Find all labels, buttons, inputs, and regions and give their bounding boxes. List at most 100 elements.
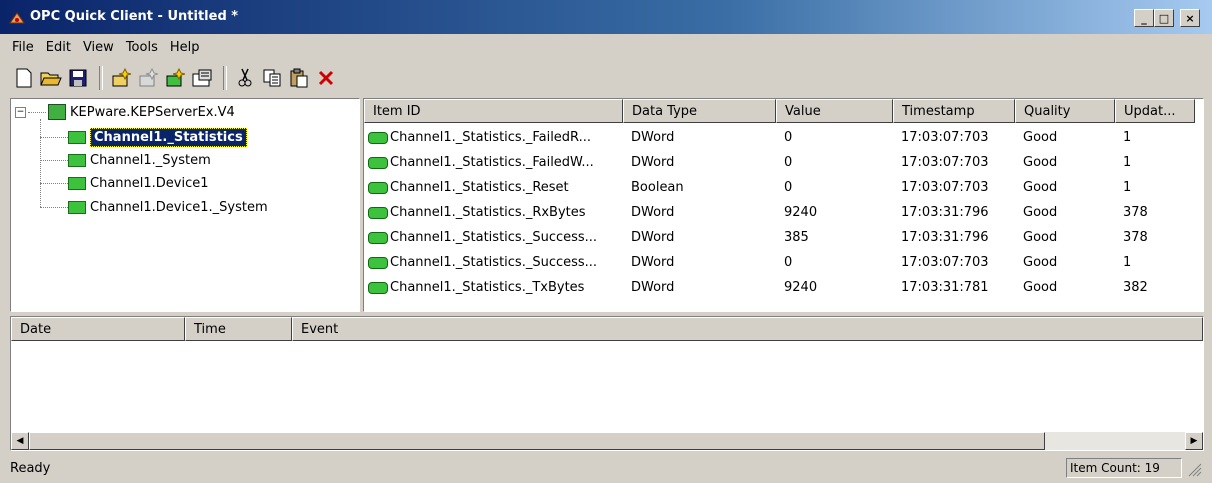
open-folder-icon[interactable] [39,66,63,90]
paste-icon[interactable] [287,66,311,90]
new-item-icon[interactable] [163,66,187,90]
close-button[interactable]: × [1180,9,1200,27]
cell-text: 17:03:07:703 [901,255,989,270]
toolbar-separator [223,66,227,90]
cell-text: 17:03:07:703 [901,180,989,195]
table-cell: 1 [1123,150,1195,175]
toolbar-separator [99,66,103,90]
table-row[interactable]: Channel1._Statistics._Success... [368,250,619,275]
item-list[interactable]: Item ID Data Type Value Timestamp Qualit… [363,98,1204,312]
cell-text: Channel1._Statistics._Reset [390,180,569,195]
maximize-icon: □ [1158,11,1170,25]
cell-text: 1 [1123,180,1132,195]
table-cell: DWord [631,225,776,250]
properties-icon[interactable] [190,66,214,90]
cell-text: 378 [1123,205,1148,220]
menu-view[interactable]: View [77,40,120,55]
copy-icon[interactable] [260,66,284,90]
cell-text: Good [1023,180,1058,195]
cell-text: 17:03:31:781 [901,280,989,295]
cell-text: Channel1._Statistics._Success... [390,230,598,245]
save-icon[interactable] [66,66,90,90]
tree-item-device1[interactable]: Channel1.Device1 [40,172,209,194]
new-file-icon[interactable] [12,66,36,90]
cell-text: Channel1._Statistics._RxBytes [390,205,586,220]
table-cell: Good [1023,200,1115,225]
cell-text: Good [1023,280,1058,295]
scroll-right-button[interactable]: ▶ [1185,432,1203,450]
tag-icon [368,256,388,269]
cut-icon[interactable] [233,66,257,90]
cell-text: 1 [1123,255,1132,270]
minimize-button[interactable]: _ [1134,9,1154,27]
delete-icon[interactable] [314,66,338,90]
table-cell: 0 [784,150,893,175]
table-row[interactable]: Channel1._Statistics._Success... [368,225,619,250]
table-cell: Boolean [631,175,776,200]
scroll-thumb[interactable] [29,432,1045,450]
new-server-icon[interactable] [109,66,133,90]
column-header-time[interactable]: Time [185,317,292,341]
tree-item-system[interactable]: Channel1._System [40,149,211,171]
column-header-timestamp[interactable]: Timestamp [893,99,1015,123]
table-cell: DWord [631,200,776,225]
tag-icon [368,206,388,219]
table-row[interactable]: Channel1._Statistics._FailedW... [368,150,619,175]
new-group-icon[interactable] [136,66,160,90]
cell-text: 9240 [784,205,818,220]
resize-grip-icon[interactable] [1188,463,1202,477]
collapse-icon[interactable]: − [15,106,26,118]
server-tree[interactable]: − KEPware.KEPServerEx.V4 Channel1._Stati… [10,98,360,312]
column-header-value[interactable]: Value [776,99,893,123]
table-cell: 378 [1123,225,1195,250]
cell-text: 385 [784,230,809,245]
table-cell: 1 [1123,175,1195,200]
column-header-quality[interactable]: Quality [1015,99,1115,123]
column-header-date[interactable]: Date [11,317,185,341]
cell-text: Channel1._Statistics._Success... [390,255,598,270]
cell-text: DWord [631,280,675,295]
table-cell: 1 [1123,250,1195,275]
tree-root-label: KEPware.KEPServerEx.V4 [70,104,235,120]
table-cell: 17:03:07:703 [901,250,1015,275]
table-cell: 17:03:31:796 [901,225,1015,250]
cell-text: 378 [1123,230,1148,245]
tree-item-label: Channel1._System [90,152,211,168]
cell-text: 1 [1123,155,1132,170]
horizontal-scrollbar[interactable]: ◀ ▶ [11,432,1203,450]
cell-text: Good [1023,255,1058,270]
tag-icon [368,281,388,294]
tree-item-label: Channel1.Device1._System [90,199,268,215]
tree-item-statistics[interactable]: Channel1._Statistics [40,126,247,148]
menu-file[interactable]: File [6,40,40,55]
column-header-item-id[interactable]: Item ID [364,99,623,123]
column-header-event[interactable]: Event [292,317,1203,341]
table-row[interactable]: Channel1._Statistics._TxBytes [368,275,619,300]
maximize-button[interactable]: □ [1154,9,1174,27]
menu-tools[interactable]: Tools [120,40,164,55]
table-row[interactable]: Channel1._Statistics._Reset [368,175,619,200]
status-text: Ready [10,461,51,476]
scroll-left-button[interactable]: ◀ [11,432,29,450]
tree-item-device1-system[interactable]: Channel1.Device1._System [40,196,268,218]
table-cell: 0 [784,125,893,150]
cell-text: 17:03:07:703 [901,130,989,145]
event-log[interactable]: Date Time Event ◀ ▶ [10,316,1204,451]
table-cell: 17:03:07:703 [901,125,1015,150]
tree-root[interactable]: − KEPware.KEPServerEx.V4 [15,101,235,123]
table-cell: 17:03:07:703 [901,150,1015,175]
table-cell: Good [1023,250,1115,275]
table-cell: 9240 [784,200,893,225]
status-bar: Ready Item Count: 19 [0,455,1212,483]
column-header-data-type[interactable]: Data Type [623,99,776,123]
table-row[interactable]: Channel1._Statistics._FailedR... [368,125,619,150]
column-header-update[interactable]: Updat... [1115,99,1195,123]
menu-help[interactable]: Help [164,40,206,55]
tree-item-label: Channel1._Statistics [90,127,247,147]
table-cell: Good [1023,125,1115,150]
table-row[interactable]: Channel1._Statistics._RxBytes [368,200,619,225]
cell-text: Channel1._Statistics._TxBytes [390,280,585,295]
menu-edit[interactable]: Edit [40,40,77,55]
item-count: Item Count: 19 [1066,458,1182,478]
cell-text: DWord [631,255,675,270]
